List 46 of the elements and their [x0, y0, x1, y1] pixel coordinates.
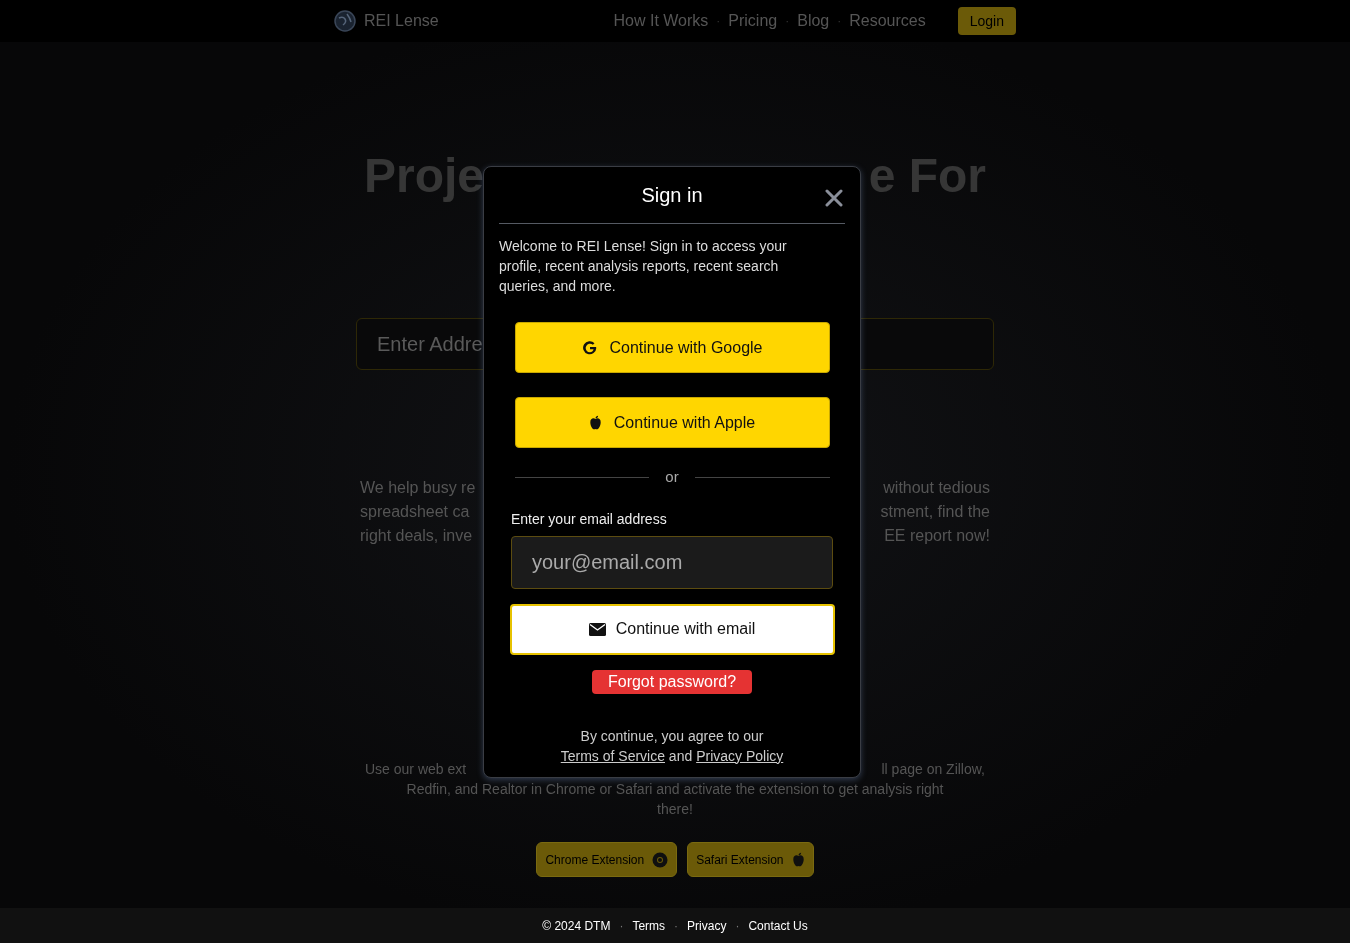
paragraph-fragment: Use our web ext [365, 760, 467, 779]
nav-link[interactable]: Resources [849, 9, 926, 33]
footer-link[interactable]: Privacy [687, 916, 727, 935]
separator-dot: · [619, 917, 624, 935]
paragraph-fragment: EE report now! [884, 526, 990, 546]
separator-dot: · [785, 13, 790, 30]
separator-dot: · [674, 917, 679, 935]
google-sign-in-button[interactable]: Continue with Google [514, 322, 830, 373]
email-field[interactable]: your@email.com [511, 535, 833, 589]
close-icon[interactable] [825, 189, 843, 207]
paragraph-fragment: right deals, inve [360, 526, 473, 546]
separator-dot: · [837, 13, 842, 30]
field-label: Enter your email address [511, 509, 667, 529]
nav-link[interactable]: Pricing [728, 9, 778, 33]
chrome-icon [652, 851, 669, 868]
paragraph-fragment: spreadsheet ca [360, 502, 470, 522]
apple-icon [791, 852, 805, 867]
separator-dot: · [735, 917, 740, 935]
policy-link[interactable]: Terms of Service [560, 747, 665, 764]
globe-icon [334, 10, 356, 32]
nav-link[interactable]: How It Works [613, 9, 709, 33]
extension-button[interactable]: Chrome Extension [536, 842, 678, 877]
divider-label: or [665, 467, 679, 487]
extension-button[interactable]: Safari Extension [687, 842, 814, 877]
footer-link[interactable]: Contact Us [748, 916, 808, 935]
brand-name[interactable]: REI Lense [364, 9, 439, 33]
policy-link[interactable]: Privacy Policy [696, 747, 784, 764]
nav-link[interactable]: Blog [797, 9, 830, 33]
forgot-password-button[interactable]: Forgot password? [591, 669, 753, 694]
paragraph-line: Redfin, and Realtor in Chrome or Safari and activate the extension to get analysis right [406, 780, 944, 799]
footer-link[interactable]: Terms [632, 916, 666, 935]
envelope-icon [588, 622, 606, 636]
agreement-text: By continue, you agree to our Terms of Service and Privacy Policy [560, 726, 784, 766]
google-icon [581, 339, 598, 356]
separator-dot: · [716, 13, 721, 30]
apple-icon [588, 415, 602, 430]
apple-sign-in-button[interactable]: Continue with Apple [514, 397, 830, 448]
copyright-text: © 2024 DTM [542, 917, 611, 935]
welcome-text: Welcome to REI Lense! Sign in to access your profile, recent analysis reports, recent search queries, and more. [499, 237, 788, 296]
dialog-title: Sign in [641, 183, 703, 208]
email-button[interactable]: Continue with email [509, 603, 835, 655]
paragraph-fragment: We help busy re [360, 478, 476, 498]
login-button[interactable]: Login [957, 7, 1016, 35]
paragraph-line: there! [657, 800, 693, 819]
paragraph-fragment: without tedious [883, 478, 990, 498]
paragraph-fragment: stment, find the [880, 502, 990, 522]
